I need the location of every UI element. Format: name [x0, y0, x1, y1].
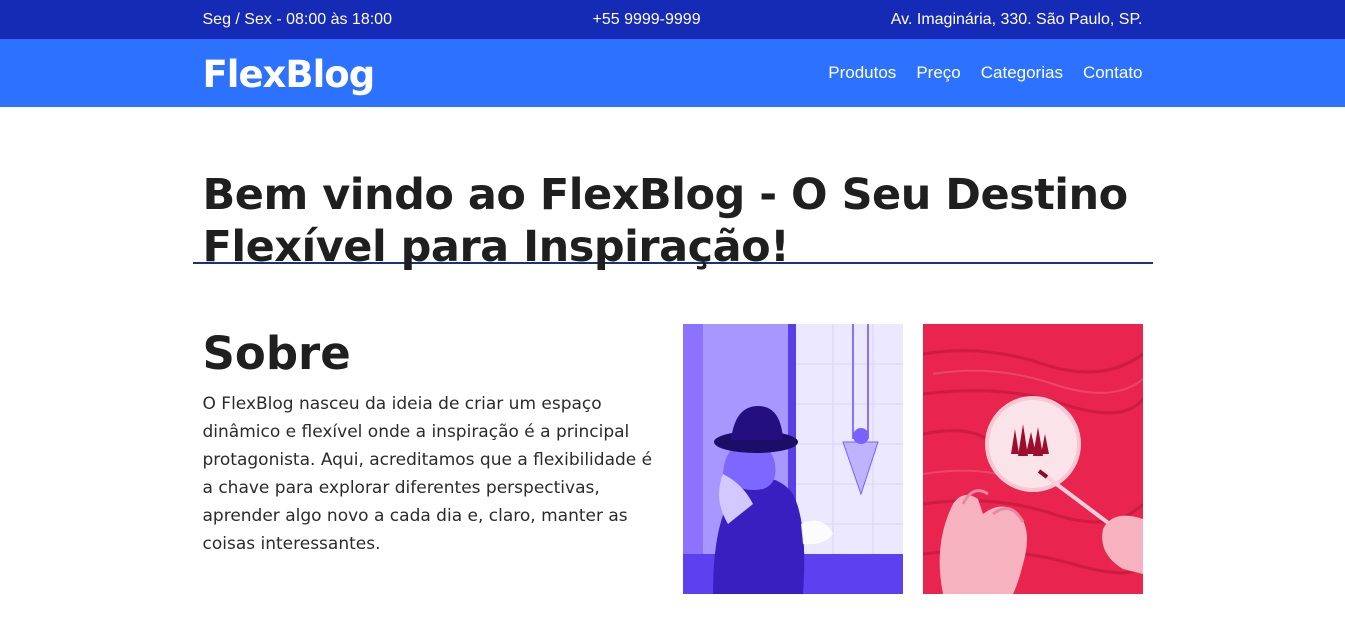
photo-woman-hat [682, 324, 903, 594]
nav-item-preco[interactable]: Preço [916, 63, 960, 83]
site-logo[interactable]: FlexBlog [203, 53, 376, 96]
nav-item-categorias[interactable]: Categorias [981, 63, 1063, 83]
hero-title: Bem vindo ao FlexBlog - O Seu Destino Fl… [202, 170, 1129, 272]
woman-hat-illustration [682, 324, 903, 594]
address: Av. Imaginária, 330. São Paulo, SP. [890, 10, 1143, 28]
about-text-column: Sobre O FlexBlog nasceu da ideia de cria… [203, 324, 663, 594]
nav-item-produtos[interactable]: Produtos [828, 63, 896, 83]
top-info-bar: Seg / Sex - 08:00 às 18:00 +55 9999-9999… [0, 0, 1345, 39]
hero-section: Bem vindo ao FlexBlog - O Seu Destino Fl… [203, 107, 1143, 272]
about-section: Sobre O FlexBlog nasceu da ideia de cria… [203, 324, 1143, 594]
about-heading: Sobre [202, 327, 351, 380]
about-photos [682, 324, 1143, 594]
nav-item-contato[interactable]: Contato [1083, 63, 1143, 83]
photo-painting-hands [922, 324, 1143, 594]
painting-hands-illustration [922, 324, 1143, 594]
main-navbar: FlexBlog Produtos Preço Categorias Conta… [0, 39, 1345, 107]
about-paragraph: O FlexBlog nasceu da ideia de criar um e… [202, 394, 653, 554]
main-nav: Produtos Preço Categorias Contato [828, 63, 1142, 83]
business-hours: Seg / Sex - 08:00 às 18:00 [202, 10, 392, 28]
phone-number: +55 9999-9999 [592, 11, 701, 28]
